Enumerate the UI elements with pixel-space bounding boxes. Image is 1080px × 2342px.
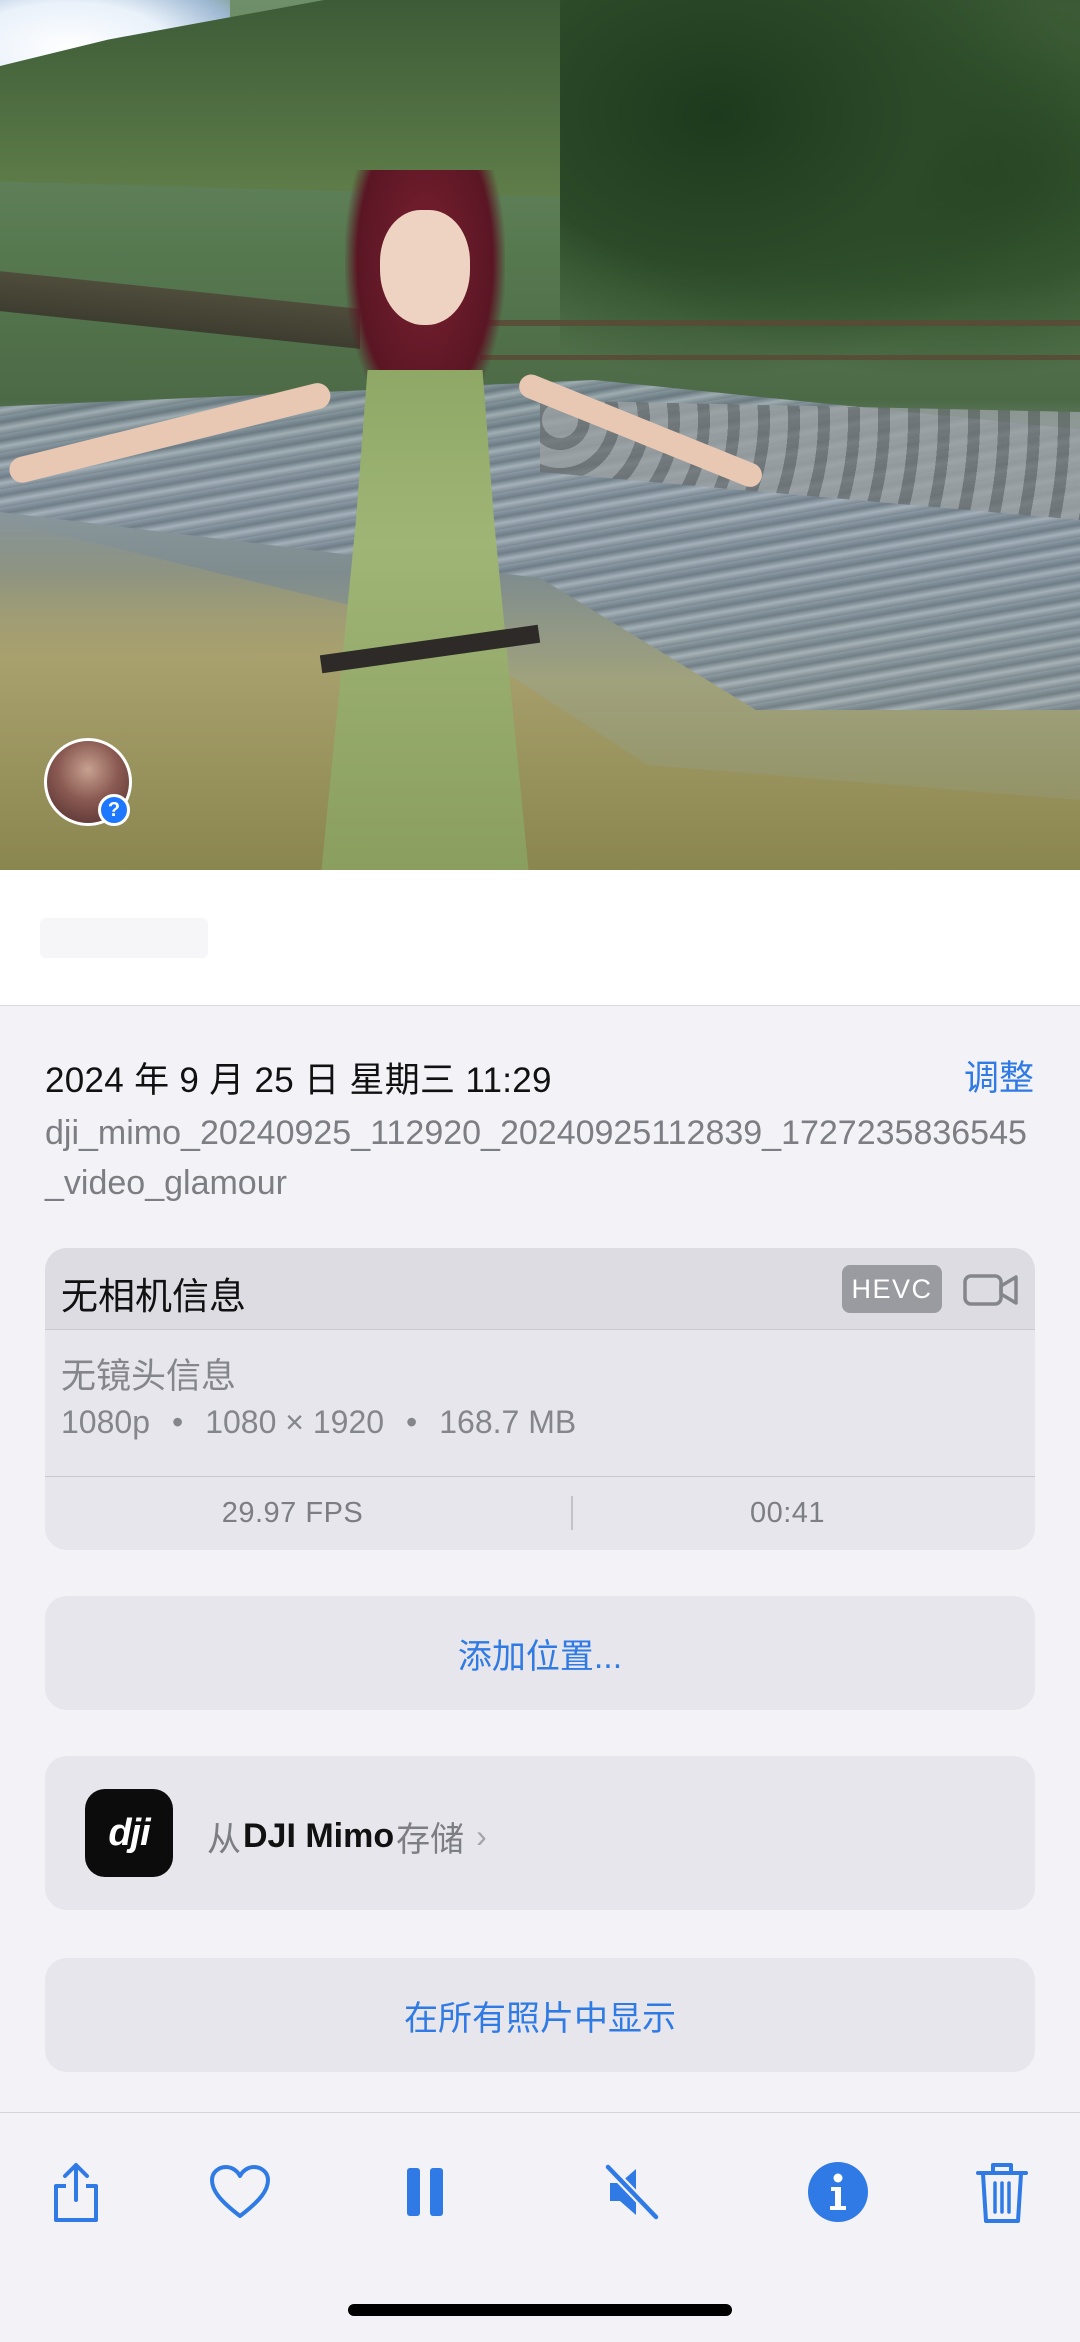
person — [300, 170, 550, 870]
resolution-label: 1080p — [61, 1404, 150, 1440]
adjust-button[interactable]: 调整 — [964, 1050, 1034, 1101]
video-camera-icon — [963, 1274, 1018, 1306]
lens-info: 无镜头信息 — [61, 1357, 237, 1396]
mute-icon[interactable] — [600, 2160, 664, 2224]
dimensions: 1080 × 1920 — [205, 1404, 385, 1440]
metadata-card: 无相机信息 HEVC 无镜头信息 1080p • 1080 × 1920 • 1… — [45, 1248, 1035, 1550]
metadata-footer: 29.97 FPS 00:41 — [45, 1476, 1035, 1550]
app-name: DJI Mimo — [243, 1817, 395, 1855]
camera-info: 无相机信息 — [61, 1276, 246, 1317]
trash-icon[interactable] — [970, 2160, 1034, 2224]
file-name: dji_mimo_20240925_112920_20240925112839_… — [45, 1114, 1027, 1202]
saved-from-prefix: 从 — [207, 1821, 241, 1859]
caption-placeholder — [40, 918, 208, 958]
share-icon[interactable] — [44, 2160, 108, 2224]
pause-icon[interactable] — [393, 2160, 457, 2224]
separator: • — [171, 1404, 184, 1440]
divider — [571, 1496, 573, 1530]
separator: • — [406, 1404, 418, 1440]
frame-rate: 29.97 FPS — [221, 1497, 364, 1529]
capture-datetime: 2024 年 9 月 25 日 星期三 11:29 — [45, 1061, 552, 1100]
show-in-all-photos-label: 在所有照片中显示 — [404, 1999, 676, 2038]
saved-from-suffix: 存储 — [396, 1821, 465, 1859]
heart-icon[interactable] — [208, 2160, 272, 2224]
photo-preview[interactable] — [0, 0, 1080, 870]
add-location-label: 添加位置... — [457, 1637, 623, 1676]
dji-app-icon: dji — [85, 1789, 173, 1877]
duration: 00:41 — [749, 1497, 826, 1529]
add-location-button[interactable]: 添加位置... — [45, 1596, 1035, 1710]
question-mark-icon[interactable]: ? — [98, 794, 130, 826]
file-size: 168.7 MB — [439, 1404, 577, 1440]
codec-badge: HEVC — [842, 1265, 942, 1313]
home-indicator[interactable] — [348, 2304, 732, 2316]
saved-from-app-row[interactable]: dji 从 DJI Mimo 存储 › — [45, 1756, 1035, 1910]
fence — [480, 320, 1080, 360]
metadata-card-header: 无相机信息 HEVC — [45, 1248, 1035, 1330]
saved-from-text: 从 DJI Mimo 存储 › — [207, 1812, 487, 1861]
info-icon[interactable] — [806, 2160, 870, 2224]
caption-field[interactable] — [0, 870, 1080, 1006]
show-in-all-photos-button[interactable]: 在所有照片中显示 — [45, 1958, 1035, 2072]
chevron-right-icon: › — [476, 1818, 487, 1854]
video-specs: 1080p • 1080 × 1920 • 168.7 MB — [61, 1404, 576, 1441]
